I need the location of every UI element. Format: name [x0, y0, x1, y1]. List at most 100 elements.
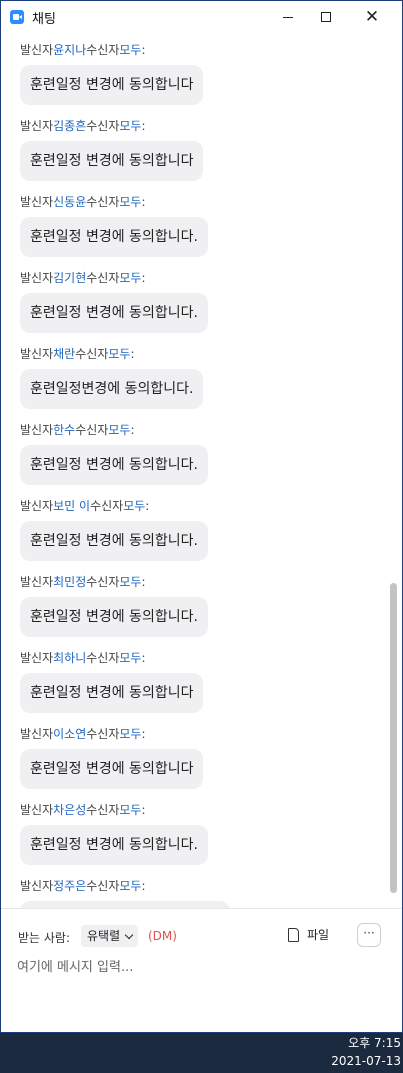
message-bubble[interactable]: 훈련일정 변경에 동의합니다. — [20, 217, 208, 257]
sender-name[interactable]: 김종흔 — [53, 119, 86, 133]
sender-prefix: 발신자 — [20, 347, 54, 361]
dm-indicator: (DM) — [148, 929, 177, 943]
sender-name[interactable]: 차은성 — [53, 803, 86, 817]
sender-name[interactable]: 최민정 — [53, 575, 86, 589]
sender-prefix: 발신자 — [20, 499, 54, 513]
sender-prefix: 발신자 — [20, 879, 54, 893]
maximize-button[interactable] — [303, 1, 349, 33]
message-bubble[interactable] — [20, 901, 230, 908]
message-bubble[interactable]: 훈련일정 변경에 동의합니다. — [20, 825, 208, 865]
message-bubble[interactable]: 훈련일정 변경에 동의합니다 — [20, 65, 204, 105]
title-bar: 채팅 ✕ — [1, 1, 402, 33]
close-button[interactable]: ✕ — [349, 1, 395, 33]
recipient-prefix: 수신자 — [75, 347, 109, 361]
sender-name[interactable]: 최하니 — [53, 651, 86, 665]
sender-name[interactable]: 한수 — [53, 423, 75, 437]
chat-message: 발신자차은성수신자모두: 훈련일정 변경에 동의합니다. — [20, 801, 208, 865]
message-input[interactable] — [17, 955, 387, 979]
sender-prefix: 발신자 — [20, 195, 54, 209]
sender-prefix: 발신자 — [20, 575, 54, 589]
header-colon: : — [141, 43, 146, 57]
chat-message: 발신자이소연수신자모두: 훈련일정 변경에 동의합니다 — [20, 725, 204, 789]
recipient-name[interactable]: 모두 — [119, 43, 141, 57]
recipient-name[interactable]: 모두 — [119, 727, 141, 741]
message-header: 발신자채란수신자모두: — [20, 345, 203, 363]
recipient-name[interactable]: 모두 — [119, 195, 141, 209]
recipient-prefix: 수신자 — [90, 499, 124, 513]
message-header: 발신자보민 이수신자모두: — [20, 497, 208, 515]
recipient-name[interactable]: 모두 — [119, 879, 141, 893]
clock-time: 오후 7:15 — [348, 1036, 401, 1050]
scrollbar-thumb[interactable] — [390, 583, 397, 893]
maximize-icon — [321, 12, 331, 22]
sender-name[interactable]: 윤지나 — [53, 43, 86, 57]
clock-date: 2021-07-13 — [331, 1054, 401, 1068]
chat-message: 발신자정주은수신자모두: — [20, 877, 230, 908]
chat-message: 발신자보민 이수신자모두: 훈련일정 변경에 동의합니다. — [20, 497, 208, 561]
recipient-name[interactable]: 모두 — [119, 651, 141, 665]
recipient-dropdown[interactable]: 유택렬 — [81, 925, 139, 947]
recipient-name[interactable]: 모두 — [119, 803, 141, 817]
message-bubble[interactable]: 훈련일정 변경에 동의합니다. — [20, 521, 208, 561]
header-colon: : — [141, 727, 146, 741]
header-colon: : — [141, 119, 146, 133]
recipient-prefix: 수신자 — [86, 803, 120, 817]
recipient-name[interactable]: 모두 — [119, 119, 141, 133]
sender-prefix: 발신자 — [20, 803, 54, 817]
message-bubble[interactable]: 훈련일정 변경에 동의합니다 — [20, 673, 204, 713]
chat-message: 발신자김기현수신자모두: 훈련일정 변경에 동의합니다. — [20, 269, 208, 333]
sender-prefix: 발신자 — [20, 119, 54, 133]
recipient-prefix: 수신자 — [86, 43, 120, 57]
tray-clock[interactable]: 오후 7:15 2021-07-13 — [331, 1034, 401, 1070]
recipient-name[interactable]: 모두 — [119, 575, 141, 589]
message-scrollbar[interactable] — [386, 33, 402, 908]
sender-prefix: 발신자 — [20, 423, 54, 437]
message-bubble[interactable]: 훈련일정 변경에 동의합니다 — [20, 749, 204, 789]
chat-message: 발신자한수수신자모두: 훈련일정 변경에 동의합니다. — [20, 421, 208, 485]
message-header: 발신자이소연수신자모두: — [20, 725, 203, 743]
sender-name[interactable]: 김기현 — [53, 271, 86, 285]
message-header: 발신자신동윤수신자모두: — [20, 193, 208, 211]
chat-message: 발신자최민정수신자모두: 훈련일정 변경에 동의합니다. — [20, 573, 208, 637]
message-bubble[interactable]: 훈련일정 변경에 동의합니다 — [20, 141, 204, 181]
chevron-down-icon — [124, 930, 134, 939]
header-colon: : — [141, 575, 146, 589]
header-colon: : — [130, 423, 135, 437]
header-colon: : — [141, 651, 146, 665]
sender-name[interactable]: 채란 — [53, 347, 75, 361]
message-bubble[interactable]: 훈련일정 변경에 동의합니다. — [20, 445, 208, 485]
recipient-prefix: 수신자 — [86, 119, 120, 133]
more-icon: ··· — [363, 926, 375, 940]
recipient-name[interactable]: 모두 — [108, 423, 130, 437]
recipient-name[interactable]: 모두 — [123, 499, 145, 513]
sender-name[interactable]: 신동윤 — [53, 195, 86, 209]
header-colon: : — [141, 271, 146, 285]
sender-name[interactable]: 정주은 — [53, 879, 86, 893]
recipient-value: 유택렬 — [87, 929, 121, 943]
zoom-camera-icon — [10, 10, 24, 24]
message-bubble[interactable]: 훈련일정 변경에 동의합니다. — [20, 293, 208, 333]
sender-name[interactable]: 이소연 — [53, 727, 86, 741]
message-list: 발신자윤지나수신자모두: 훈련일정 변경에 동의합니다 발신자김종흔수신자모두:… — [1, 33, 402, 908]
chat-message: 발신자채란수신자모두: 훈련일정변경에 동의합니다. — [20, 345, 204, 409]
header-colon: : — [141, 195, 146, 209]
message-bubble[interactable]: 훈련일정변경에 동의합니다. — [20, 369, 204, 409]
message-bubble[interactable]: 훈련일정 변경에 동의합니다. — [20, 597, 208, 637]
message-header: 발신자최민정수신자모두: — [20, 573, 208, 591]
chat-message: 발신자최하니수신자모두: 훈련일정 변경에 동의합니다 — [20, 649, 204, 713]
chat-message: 발신자윤지나수신자모두: 훈련일정 변경에 동의합니다 — [20, 41, 204, 105]
close-icon: ✕ — [364, 6, 380, 27]
file-icon — [288, 927, 299, 942]
recipient-prefix: 수신자 — [86, 879, 120, 893]
more-options-button[interactable]: ··· — [357, 923, 381, 947]
recipient-label: 받는 사람: — [18, 931, 71, 945]
message-header: 발신자김기현수신자모두: — [20, 269, 208, 287]
sender-name[interactable]: 보민 이 — [53, 499, 90, 513]
window-title: 채팅 — [32, 12, 56, 27]
recipient-prefix: 수신자 — [86, 651, 120, 665]
recipient-name[interactable]: 모두 — [108, 347, 130, 361]
file-button[interactable]: 파일 — [288, 926, 329, 943]
header-colon: : — [145, 499, 150, 513]
recipient-name[interactable]: 모두 — [119, 271, 141, 285]
recipient-prefix: 수신자 — [86, 271, 120, 285]
